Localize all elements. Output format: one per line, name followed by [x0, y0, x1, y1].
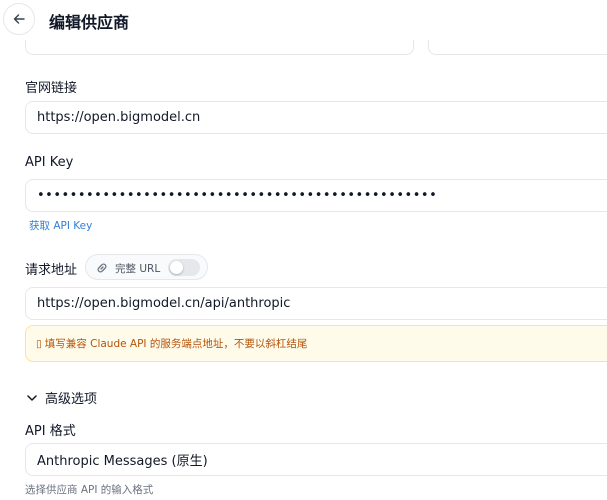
api-format-hint: 选择供应商 API 的输入格式: [25, 484, 154, 496]
warning-text: 填写兼容 Claude API 的服务端点地址，不要以斜杠结尾: [44, 338, 308, 350]
page-header: 编辑供应商: [0, 0, 607, 40]
page-title: 编辑供应商: [49, 13, 130, 32]
endpoint-input[interactable]: https://open.bigmodel.cn/api/anthropic: [25, 287, 607, 320]
api-key-input[interactable]: ••••••••••••••••••••••••••••••••••••••••…: [25, 179, 607, 212]
advanced-options-label: 高级选项: [45, 392, 98, 407]
get-api-key-link[interactable]: 获取 API Key: [29, 218, 92, 233]
chevron-down-icon: [27, 394, 37, 401]
endpoint-label: 请求地址: [25, 263, 78, 278]
api-format-select[interactable]: Anthropic Messages (原生): [25, 443, 607, 476]
advanced-options-toggle[interactable]: 高级选项: [25, 388, 97, 407]
endpoint-warning: ▯ 填写兼容 Claude API 的服务端点地址，不要以斜杠结尾: [25, 325, 607, 362]
api-key-label: API Key: [25, 155, 74, 170]
warning-icon: ▯: [36, 337, 42, 350]
full-url-toggle-group[interactable]: 完整 URL: [85, 254, 208, 280]
api-format-label: API 格式: [25, 424, 76, 439]
edit-provider-page: 编辑供应商 官网链接 https://open.bigmodel.cn API …: [0, 0, 607, 500]
website-label: 官网链接: [25, 81, 78, 96]
link-icon: [97, 263, 107, 273]
switch-knob: [170, 261, 183, 274]
website-input[interactable]: https://open.bigmodel.cn: [25, 101, 607, 134]
arrow-left-icon: [13, 14, 25, 24]
full-url-label: 完整 URL: [115, 263, 161, 275]
full-url-switch[interactable]: [168, 259, 200, 276]
back-button[interactable]: [3, 3, 35, 35]
